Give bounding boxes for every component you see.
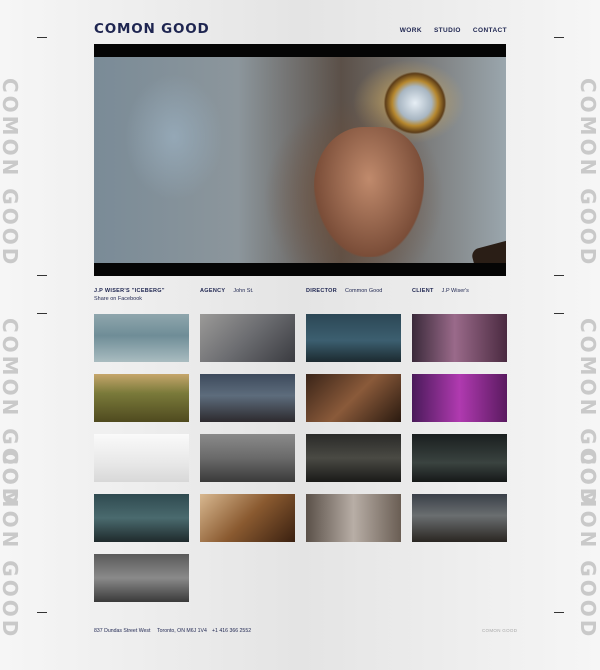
tick-mark <box>554 313 564 314</box>
footer-city: Toronto, ON M6J 1V4 <box>157 628 207 634</box>
tick-mark <box>554 612 564 613</box>
side-watermark-right-3: COMON GOOD <box>576 450 600 640</box>
side-watermark-right-1: COMON GOOD <box>576 78 600 268</box>
thumb-blue-car[interactable] <box>200 434 295 482</box>
project-director: DIRECTOR Common Good <box>306 288 383 294</box>
project-client: CLIENT J.P Wiser's <box>412 288 469 294</box>
thumb-night-street[interactable] <box>306 314 401 362</box>
tick-mark <box>37 612 47 613</box>
share-facebook-link[interactable]: Share on Facebook <box>94 296 142 302</box>
side-watermark-left-3: COMON GOOD <box>0 450 22 640</box>
footer-address: 837 Dundas Street West <box>94 628 151 634</box>
site-logo[interactable]: COMON GOOD <box>94 21 210 37</box>
video-player[interactable] <box>94 44 506 276</box>
thumb-party-crowd[interactable] <box>306 374 401 422</box>
tick-mark <box>554 37 564 38</box>
side-watermark-left-1: COMON GOOD <box>0 78 22 268</box>
project-title: J.P WISER'S "ICEBERG" <box>94 288 165 294</box>
thumb-dancers[interactable] <box>412 494 507 542</box>
tick-mark <box>37 37 47 38</box>
thumb-weightlifter[interactable] <box>94 494 189 542</box>
thumb-sparkler-singer[interactable] <box>412 314 507 362</box>
project-agency: AGENCY John St. <box>200 288 254 294</box>
thumb-vineyard-maze[interactable] <box>94 374 189 422</box>
nav-studio[interactable]: STUDIO <box>434 27 461 34</box>
thumb-cathedral-smoke[interactable] <box>200 374 295 422</box>
project-thumbnail-grid <box>94 314 507 602</box>
thumb-dark-stage[interactable] <box>412 434 507 482</box>
nav-work[interactable]: WORK <box>400 27 422 34</box>
video-frame <box>94 57 506 263</box>
thumb-dark-corridor[interactable] <box>306 434 401 482</box>
thumb-audi-car[interactable] <box>94 554 189 602</box>
video-watch <box>470 234 506 263</box>
video-hand <box>314 127 424 257</box>
nav-contact[interactable]: CONTACT <box>473 27 507 34</box>
tick-mark <box>554 275 564 276</box>
video-spyglass <box>379 72 451 134</box>
footer-copyright: COMON GOOD <box>482 628 518 633</box>
thumb-iceberg-boat[interactable] <box>94 314 189 362</box>
thumb-statue-man[interactable] <box>200 314 295 362</box>
main-nav: WORK STUDIO CONTACT <box>400 27 507 34</box>
thumb-nude-room[interactable] <box>306 494 401 542</box>
thumb-purple-people[interactable] <box>412 374 507 422</box>
thumb-eye-art[interactable] <box>200 494 295 542</box>
footer-phone[interactable]: +1 416 366 2552 <box>212 628 251 634</box>
thumb-hands-statue[interactable] <box>94 434 189 482</box>
tick-mark <box>37 275 47 276</box>
tick-mark <box>37 313 47 314</box>
